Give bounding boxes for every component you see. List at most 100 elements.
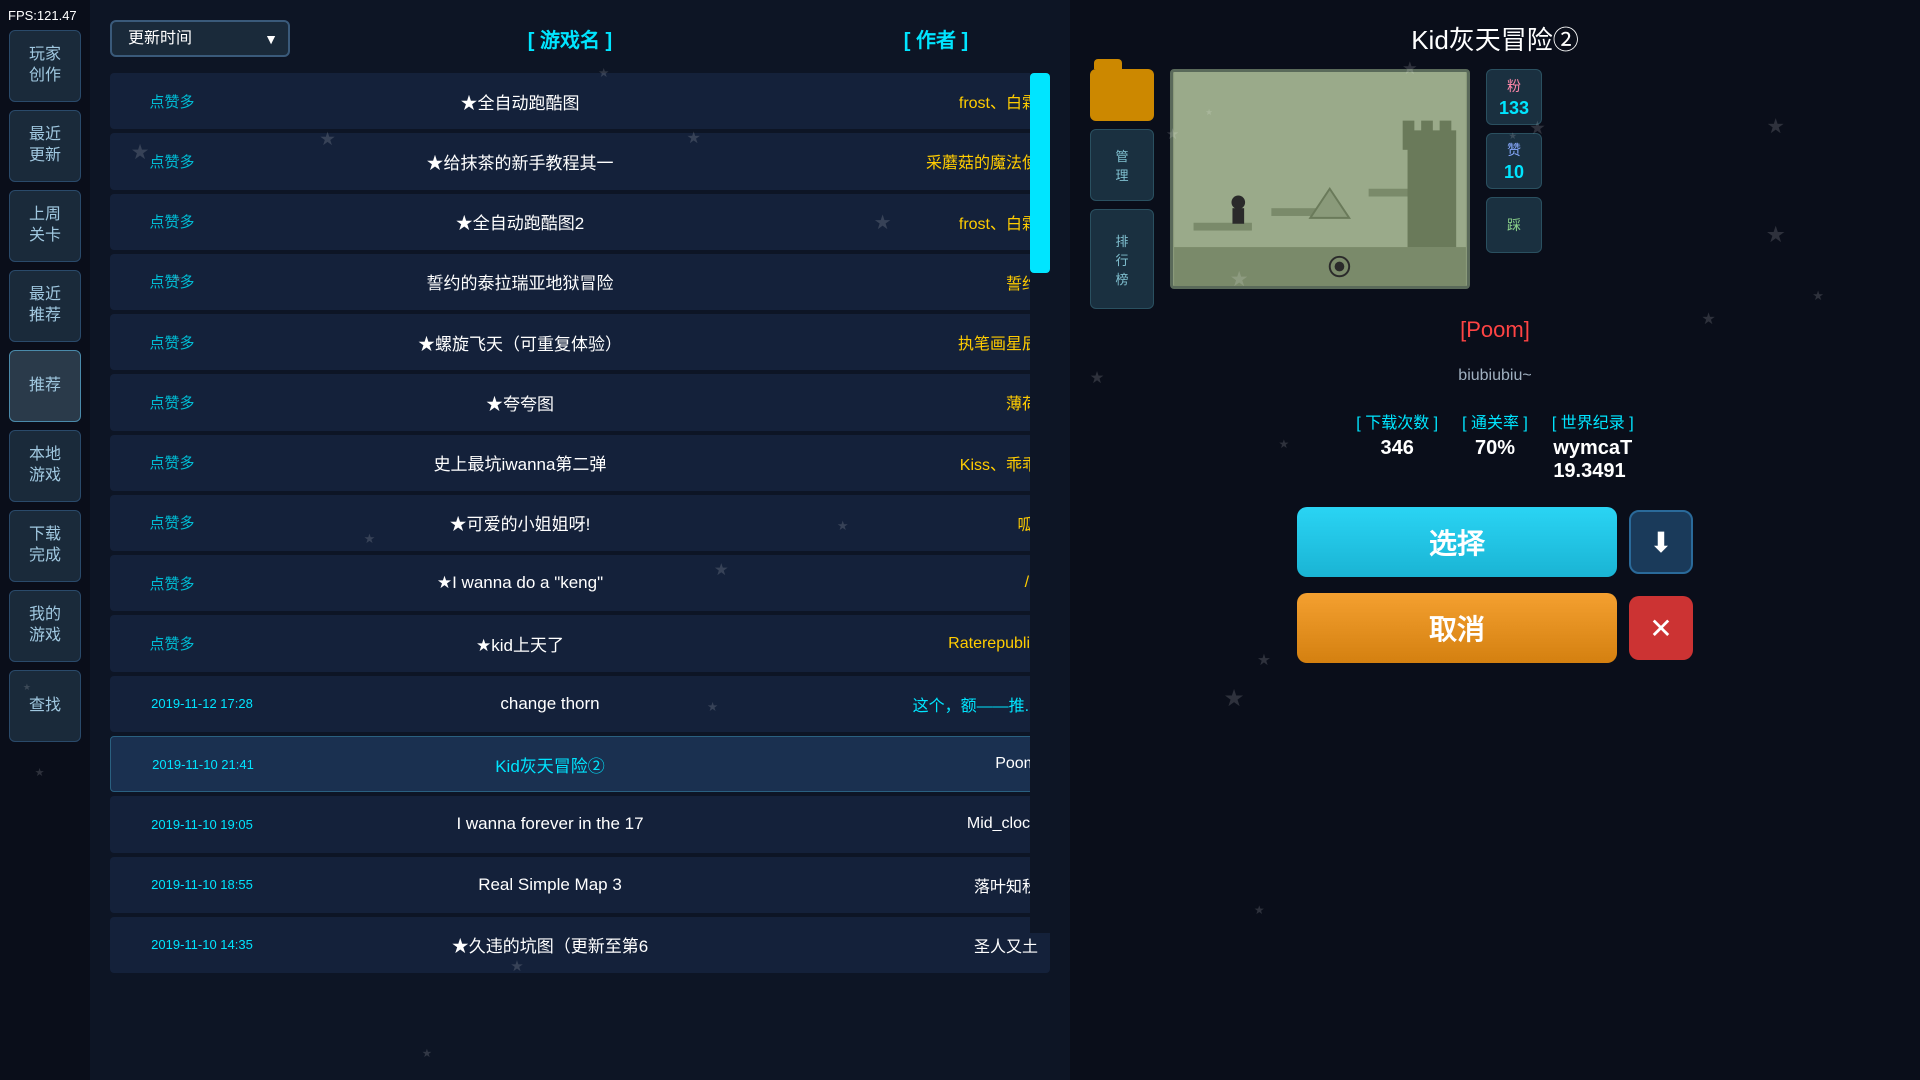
col-author: [ 作者 ] [826, 24, 1046, 53]
row-name: ★kid上天了 [222, 631, 818, 656]
zan-label: 赞 [1507, 140, 1521, 160]
row-tag: 点赞多 [122, 392, 222, 413]
column-headers: [ 游戏名 ] [ 作者 ] [310, 24, 1050, 53]
select-button[interactable]: 选择 [1297, 507, 1617, 577]
row-tag: 点赞多 [122, 332, 222, 353]
game-row[interactable]: 点赞多史上最坑iwanna第二弹Kiss、乖乖 [110, 435, 1050, 491]
game-preview [1170, 69, 1470, 289]
sort-dropdown[interactable]: 更新时间 点赞数 下载数 [110, 20, 290, 57]
background-star: ★ [35, 766, 45, 779]
manage-label: 管理 [1115, 146, 1128, 184]
game-list: 点赞多★全自动跑酷图frost、白霜点赞多★给抹茶的新手教程其一采蘑菇的魔法使点… [110, 73, 1050, 973]
sidebar-item-search[interactable]: 查找 [9, 670, 81, 742]
row-tag: 点赞多 [122, 91, 222, 112]
row-name: ★夸夸图 [222, 390, 818, 415]
background-star: ★ [1224, 684, 1245, 712]
game-row[interactable]: 2019-11-12 17:28change thorn这个，额——推... [110, 676, 1050, 732]
pink-label: 粉 [1507, 76, 1521, 96]
row-author: Mid_clock [818, 815, 1038, 833]
sort-dropdown-wrapper[interactable]: 更新时间 点赞数 下载数 ▼ [110, 20, 290, 57]
row-author: 呱! [818, 511, 1038, 535]
record-stat: [ 世界纪录 ] wymcaT 19.3491 [1552, 409, 1634, 483]
row-name: 史上最坑iwanna第二弹 [222, 450, 818, 475]
background-star: ★ [1529, 117, 1546, 139]
row-name: Kid灰天冒险② [283, 752, 817, 777]
close-button[interactable]: ✕ [1629, 596, 1693, 660]
game-row[interactable]: 2019-11-10 14:35★久违的坑图（更新至第6圣人又土 [110, 917, 1050, 973]
rank-btn[interactable]: 排行榜 [1090, 209, 1154, 309]
row-author: frost、白霜 [818, 89, 1038, 113]
pass-value: 70% [1475, 437, 1515, 460]
topbar: 更新时间 点赞数 下载数 ▼ [ 游戏名 ] [ 作者 ] [110, 20, 1050, 57]
cancel-button[interactable]: 取消 [1297, 593, 1617, 663]
row-author: / / [818, 574, 1038, 592]
row-tag: 点赞多 [122, 512, 222, 533]
sidebar-item-download-done[interactable]: 下载完成 [9, 510, 81, 582]
game-row[interactable]: 点赞多★夸夸图薄荷 [110, 374, 1050, 430]
main-panel: 更新时间 点赞数 下载数 ▼ [ 游戏名 ] [ 作者 ] 点赞多★全自动跑酷图… [90, 0, 1070, 1080]
background-star: ★ [874, 211, 892, 235]
pink-count: 133 [1499, 98, 1529, 119]
game-row[interactable]: 点赞多★全自动跑酷图2frost、白霜 [110, 194, 1050, 250]
background-star: ★ [23, 682, 31, 693]
game-row[interactable]: 点赞多★螺旋飞天（可重复体验）执笔画星辰 [110, 314, 1050, 370]
sidebar-item-recent-update[interactable]: 最近更新 [9, 110, 81, 182]
row-name: ★久违的坑图（更新至第6 [282, 932, 818, 957]
row-name: ★全自动跑酷图 [222, 89, 818, 114]
row-tag: 点赞多 [122, 452, 222, 473]
game-row[interactable]: 点赞多★kid上天了Raterepublik [110, 615, 1050, 671]
sidebar-item-last-week[interactable]: 上周关卡 [9, 190, 81, 262]
background-star: ★ [319, 128, 336, 150]
sidebar-item-player-created[interactable]: 玩家创作 [9, 30, 81, 102]
background-star: ★ [1812, 288, 1824, 304]
background-star: ★ [1766, 222, 1786, 248]
download-button[interactable]: ⬇ [1629, 510, 1693, 574]
game-row[interactable]: 2019-11-10 19:05I wanna forever in the 1… [110, 796, 1050, 852]
select-btn-row: 选择 ⬇ [1297, 499, 1693, 585]
row-tag: 2019-11-10 21:41 [123, 757, 283, 772]
background-star: ★ [1090, 368, 1105, 388]
background-star: ★ [714, 560, 729, 580]
background-star: ★ [687, 128, 701, 148]
sidebar-item-my-games[interactable]: 我的游戏 [9, 590, 81, 662]
cai-stat[interactable]: 踩 [1486, 197, 1542, 253]
background-star: ★ [1230, 266, 1249, 292]
game-row[interactable]: 点赞多★可爱的小姐姐呀!呱! [110, 495, 1050, 551]
row-author: 圣人又土 [818, 933, 1038, 957]
fps-counter: FPS:121.47 [8, 8, 77, 23]
game-row[interactable]: 点赞多★全自动跑酷图frost、白霜 [110, 73, 1050, 129]
game-row[interactable]: 2019-11-10 21:41Kid灰天冒险②Poom [110, 736, 1050, 792]
background-star: ★ [422, 1046, 432, 1060]
game-list-container: 点赞多★全自动跑酷图frost、白霜点赞多★给抹茶的新手教程其一采蘑菇的魔法使点… [110, 73, 1050, 1013]
manage-btn[interactable]: 管理 [1090, 129, 1154, 201]
row-author: Kiss、乖乖 [818, 451, 1038, 475]
game-row[interactable]: 2019-11-10 18:55Real Simple Map 3落叶知秋 [110, 857, 1050, 913]
record-label: [ 世界纪录 ] [1552, 409, 1634, 433]
background-star: ★ [1205, 107, 1213, 118]
row-author: 采蘑菇的魔法使 [818, 149, 1038, 173]
sidebar-item-recommend[interactable]: 推荐 [9, 350, 81, 422]
row-name: ★全自动跑酷图2 [222, 209, 818, 234]
row-author: Poom [817, 755, 1037, 773]
sidebar-item-recent-recommend[interactable]: 最近推荐 [9, 270, 81, 342]
cai-label: 踩 [1507, 215, 1521, 235]
row-name: I wanna forever in the 17 [282, 814, 818, 834]
scrollbar-thumb[interactable] [1030, 73, 1050, 273]
scrollbar-track[interactable] [1030, 73, 1050, 933]
game-row[interactable]: 点赞多誓约的泰拉瑞亚地狱冒险誓约 [110, 254, 1050, 310]
pass-stat: [ 通关率 ] 70% [1462, 409, 1528, 483]
background-star: ★ [364, 531, 375, 547]
folder-icon[interactable] [1090, 69, 1154, 121]
game-row[interactable]: 点赞多★I wanna do a "keng"/ / [110, 555, 1050, 611]
game-row[interactable]: 点赞多★给抹茶的新手教程其一采蘑菇的魔法使 [110, 133, 1050, 189]
background-star: ★ [1767, 114, 1786, 139]
sidebar-item-local-games[interactable]: 本地游戏 [9, 430, 81, 502]
background-star: ★ [1254, 903, 1265, 917]
row-author: 落叶知秋 [818, 873, 1038, 897]
background-star: ★ [1166, 125, 1180, 143]
row-tag: 2019-11-12 17:28 [122, 696, 282, 711]
background-star: ★ [1701, 309, 1715, 329]
row-name: 誓约的泰拉瑞亚地狱冒险 [222, 269, 818, 294]
background-star: ★ [510, 957, 524, 975]
background-star: ★ [1278, 437, 1289, 451]
